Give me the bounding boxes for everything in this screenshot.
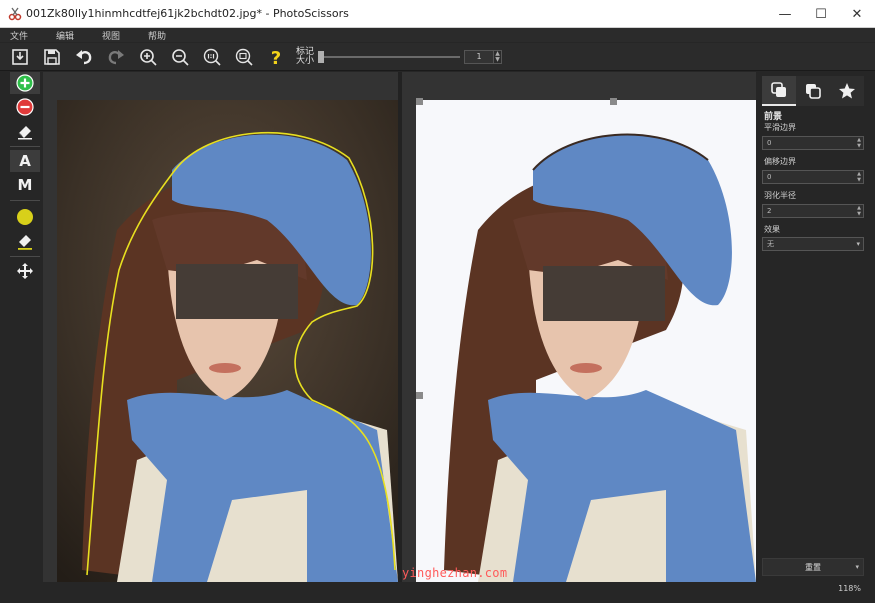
effect-label: 效果 — [764, 225, 780, 234]
app-icon — [8, 7, 22, 20]
crop-handle[interactable] — [416, 392, 423, 399]
crop-handle[interactable] — [610, 98, 617, 105]
move-tool[interactable] — [10, 260, 40, 282]
redo-icon — [108, 49, 124, 64]
save-icon — [44, 48, 60, 65]
toolbox-separator — [10, 200, 40, 201]
manual-mode-tool[interactable]: M — [10, 174, 40, 196]
photoscissors-window: 001Zk80lly1hinmhcdtfej61jk2bchdt02.jpg* … — [0, 0, 875, 603]
offset-edge-spinner[interactable]: ▲ ▼ — [857, 171, 861, 183]
result-canvas[interactable] — [402, 72, 756, 582]
zoom-out-button[interactable] — [168, 45, 192, 69]
remove-marker-tool[interactable] — [10, 96, 40, 118]
zoom-fit-button[interactable] — [232, 45, 256, 69]
reset-button[interactable]: 重置 ▾ — [762, 558, 864, 576]
menu-bar: 文件 编辑 视图 帮助 — [0, 28, 875, 42]
window-controls: — ☐ ✕ — [767, 0, 875, 28]
toolbox-separator — [10, 256, 40, 257]
close-button[interactable]: ✕ — [839, 0, 875, 28]
auto-tool-letter: A — [19, 152, 31, 170]
auto-mode-tool[interactable]: A — [10, 150, 40, 172]
title-bar: 001Zk80lly1hinmhcdtfej61jk2bchdt02.jpg* … — [0, 0, 875, 28]
result-photo — [416, 100, 756, 582]
smooth-edge-value: 0 — [767, 139, 772, 147]
crop-handle[interactable] — [416, 98, 423, 105]
add-marker-icon — [16, 74, 34, 92]
feather-radius-spinner[interactable]: ▲ ▼ — [857, 205, 861, 217]
eraser-tool[interactable] — [10, 120, 40, 142]
toolbox: A M — [6, 72, 42, 582]
minimize-button[interactable]: — — [767, 0, 803, 28]
color-eraser-tool[interactable] — [10, 230, 40, 252]
zoom-in-button[interactable] — [136, 45, 160, 69]
properties-panel: 前景 平滑边界 0 ▲ ▼ 偏移边界 0 ▲ ▼ 羽化半径 2 ▲ ▼ 效果 无 ▾ … — [758, 72, 868, 582]
open-icon — [12, 48, 28, 65]
mark-size-spinner[interactable]: ▲ ▼ — [494, 49, 502, 64]
eraser-icon — [18, 126, 32, 140]
menu-view[interactable]: 视图 — [92, 29, 138, 42]
maximize-button[interactable]: ☐ — [803, 0, 839, 28]
menu-file[interactable]: 文件 — [0, 29, 46, 42]
open-button[interactable] — [8, 45, 32, 69]
panel-tabs — [762, 76, 866, 106]
save-button[interactable] — [40, 45, 64, 69]
effect-value: 无 — [767, 240, 774, 248]
main-toolbar: ? 标记 大小 1 ▲ ▼ — [0, 43, 875, 71]
menu-help[interactable]: 帮助 — [138, 29, 184, 42]
mark-size-slider[interactable] — [318, 50, 460, 63]
zoom-in-icon — [140, 48, 157, 66]
offset-edge-label: 偏移边界 — [764, 157, 796, 166]
effects-tab-icon — [839, 83, 855, 99]
mark-size-input[interactable]: 1 — [464, 49, 494, 64]
tab-background[interactable] — [796, 76, 830, 106]
smooth-edge-input[interactable]: 0 ▲ ▼ — [762, 136, 864, 150]
redo-button[interactable] — [104, 45, 128, 69]
background-tab-icon — [806, 84, 821, 99]
color-marker-icon — [17, 209, 33, 225]
spin-down-icon: ▼ — [495, 55, 500, 63]
reset-label: 重置 — [805, 562, 821, 572]
smooth-edge-label: 平滑边界 — [764, 123, 796, 132]
zoom-fit-icon — [235, 48, 253, 66]
help-icon: ? — [271, 48, 281, 67]
source-photo — [57, 100, 398, 582]
zoom-actual-button[interactable] — [200, 45, 224, 69]
undo-icon — [76, 49, 92, 64]
offset-edge-input[interactable]: 0 ▲ ▼ — [762, 170, 864, 184]
smooth-edge-spinner[interactable]: ▲ ▼ — [857, 137, 861, 149]
status-bar: 118% — [0, 582, 875, 603]
window-title: 001Zk80lly1hinmhcdtfej61jk2bchdt02.jpg* … — [26, 7, 349, 20]
chevron-down-icon: ▾ — [855, 563, 859, 571]
manual-tool-letter: M — [17, 176, 33, 194]
color-marker-tool[interactable] — [10, 206, 40, 228]
mark-size-track — [320, 55, 460, 58]
feather-radius-input[interactable]: 2 ▲ ▼ — [762, 204, 864, 218]
foreground-section-title: 前景 — [764, 112, 783, 122]
add-marker-tool[interactable] — [10, 72, 40, 94]
tab-foreground[interactable] — [762, 76, 796, 106]
zoom-out-icon — [172, 48, 189, 66]
toolbox-separator — [10, 146, 40, 147]
watermark-text: yinghezhan.com — [402, 566, 508, 580]
color-eraser-icon — [18, 235, 32, 250]
svg-text:?: ? — [271, 48, 281, 67]
help-button[interactable]: ? — [264, 45, 288, 69]
feather-radius-value: 2 — [767, 207, 772, 215]
tab-effects[interactable] — [830, 76, 864, 106]
feather-radius-label: 羽化半径 — [764, 191, 796, 200]
zoom-level: 118% — [838, 584, 861, 593]
offset-edge-value: 0 — [767, 173, 772, 181]
mark-size-label: 标记 大小 — [296, 46, 315, 66]
chevron-down-icon: ▾ — [856, 240, 860, 248]
menu-edit[interactable]: 编辑 — [46, 29, 92, 42]
foreground-tab-icon — [771, 82, 786, 97]
move-icon — [17, 263, 33, 279]
undo-button[interactable] — [72, 45, 96, 69]
source-canvas[interactable] — [43, 72, 398, 582]
mark-size-thumb[interactable] — [318, 50, 324, 63]
effect-select[interactable]: 无 ▾ — [762, 237, 864, 251]
zoom-actual-icon — [203, 48, 221, 66]
remove-marker-icon — [16, 98, 34, 116]
